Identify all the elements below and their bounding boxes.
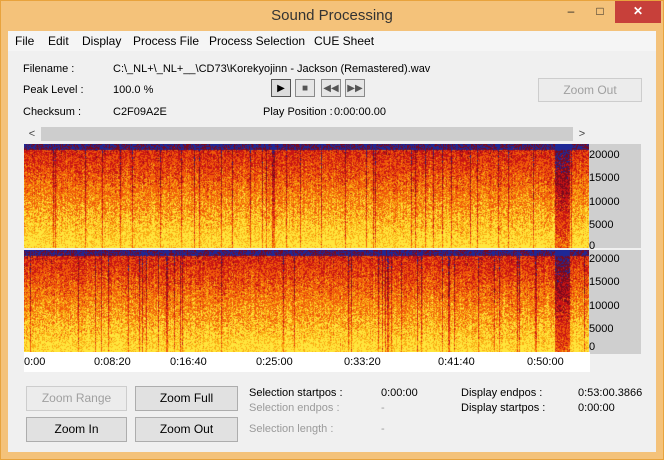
menu-process-file[interactable]: Process File <box>133 34 199 48</box>
menu-file[interactable]: File <box>15 34 34 48</box>
y-tick-15000: 15000 <box>589 172 620 184</box>
title-bar: Sound Processing – □ ✕ <box>1 1 663 31</box>
play-button[interactable]: ▶ <box>271 79 291 97</box>
y-tick-5000: 5000 <box>589 323 614 335</box>
filename-label: Filename : <box>23 63 75 75</box>
y-tick-20000: 20000 <box>589 253 620 265</box>
frequency-axis-channel-1: 20000 15000 10000 5000 0 <box>589 144 641 252</box>
display-startpos-label: Display startpos : <box>461 402 546 414</box>
close-button[interactable]: ✕ <box>615 1 661 23</box>
checksum-label: Checksum : <box>23 106 82 118</box>
peak-level-label: Peak Level : <box>23 84 84 96</box>
rewind-button[interactable]: ◀◀ <box>321 79 341 97</box>
stop-button[interactable]: ■ <box>295 79 315 97</box>
selection-endpos-label: Selection endpos : <box>249 402 340 414</box>
zoom-full-button[interactable]: Zoom Full <box>135 386 238 411</box>
selection-startpos-label: Selection startpos : <box>249 387 343 399</box>
app-window: Sound Processing – □ ✕ File Edit Display… <box>0 0 664 460</box>
scroll-thumb[interactable] <box>41 127 573 141</box>
zoom-out-top-button[interactable]: Zoom Out <box>538 78 642 102</box>
y-tick-5000: 5000 <box>589 219 614 231</box>
horizontal-scrollbar[interactable]: < > <box>24 126 590 142</box>
selection-length-label: Selection length : <box>249 423 334 435</box>
zoom-in-button[interactable]: Zoom In <box>26 417 127 442</box>
y-tick-10000: 10000 <box>589 300 620 312</box>
menu-cue-sheet[interactable]: CUE Sheet <box>314 34 374 48</box>
display-startpos-value: 0:00:00 <box>578 402 615 414</box>
forward-button[interactable]: ▶▶ <box>345 79 365 97</box>
minimize-button[interactable]: – <box>557 1 585 23</box>
scroll-right-icon[interactable]: > <box>574 126 590 142</box>
checksum-value: C2F09A2E <box>113 106 167 118</box>
y-tick-20000: 20000 <box>589 149 620 161</box>
display-endpos-label: Display endpos : <box>461 387 543 399</box>
zoom-range-button[interactable]: Zoom Range <box>26 386 127 411</box>
menu-process-selection[interactable]: Process Selection <box>209 34 305 48</box>
play-position-label: Play Position : <box>263 106 333 118</box>
y-tick-10000: 10000 <box>589 196 620 208</box>
y-tick-15000: 15000 <box>589 276 620 288</box>
spectrogram-channel-2[interactable] <box>24 250 589 354</box>
selection-startpos-value: 0:00:00 <box>381 387 418 399</box>
x-tick-33-20: 0:33:20 <box>344 356 381 368</box>
x-tick-8-20: 0:08:20 <box>94 356 131 368</box>
time-axis: 0:00 0:08:20 0:16:40 0:25:00 0:33:20 0:4… <box>24 352 590 372</box>
display-endpos-value: 0:53:00.3866 <box>578 387 643 399</box>
selection-length-value: - <box>381 423 385 435</box>
x-tick-0: 0:00 <box>24 356 46 368</box>
x-tick-25-00: 0:25:00 <box>256 356 293 368</box>
scroll-left-icon[interactable]: < <box>24 126 40 142</box>
zoom-out-button[interactable]: Zoom Out <box>135 417 238 442</box>
frequency-axis-channel-2: 20000 15000 10000 5000 0 <box>589 250 641 354</box>
x-tick-41-40: 0:41:40 <box>438 356 475 368</box>
maximize-button[interactable]: □ <box>587 1 613 23</box>
spectrogram-channel-1[interactable] <box>24 144 589 248</box>
x-tick-16-40: 0:16:40 <box>170 356 207 368</box>
x-tick-50-00: 0:50:00 <box>527 356 564 368</box>
filename-value: C:\_NL+\_NL+__\CD73\Korekyojinn - Jackso… <box>113 63 431 75</box>
menu-bar: File Edit Display Process File Process S… <box>8 31 656 51</box>
peak-level-value: 100.0 % <box>113 84 154 96</box>
selection-endpos-value: - <box>381 402 385 414</box>
menu-display[interactable]: Display <box>82 34 121 48</box>
menu-edit[interactable]: Edit <box>48 34 69 48</box>
play-position-value: 0:00:00.00 <box>334 106 386 118</box>
client-area: File Edit Display Process File Process S… <box>8 31 656 452</box>
